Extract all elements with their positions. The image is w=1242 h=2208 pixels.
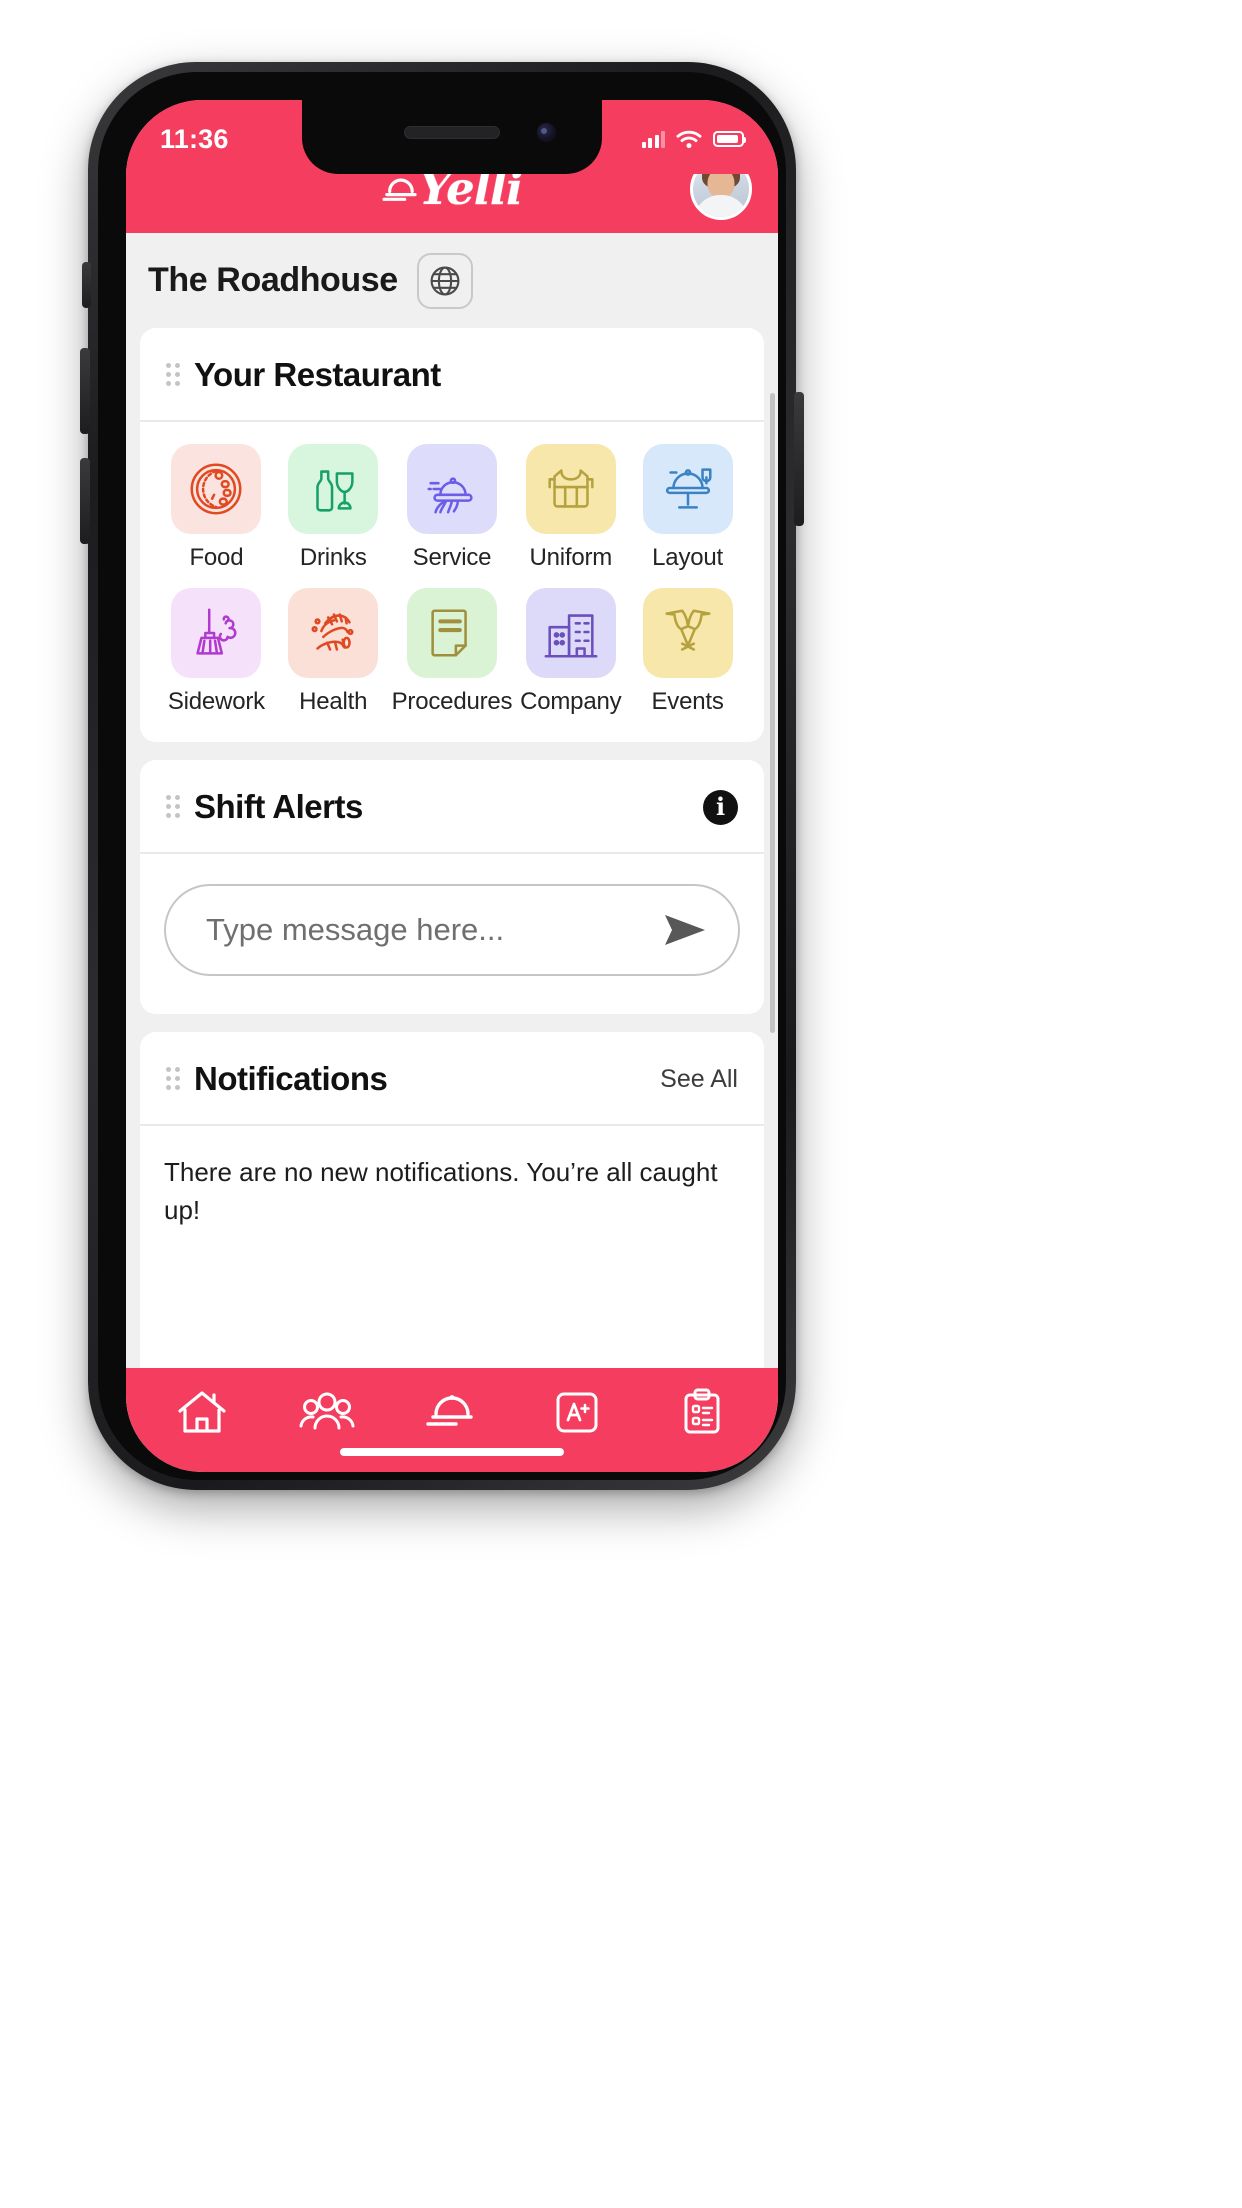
tile-label: Sidework	[167, 688, 265, 715]
champagne-toast-icon	[665, 609, 711, 651]
restaurant-name: The Roadhouse	[148, 261, 398, 299]
tile-icon-box	[288, 444, 379, 534]
tile-procedures[interactable]: Procedures	[392, 588, 513, 716]
volume-down-button[interactable]	[80, 458, 90, 544]
a-plus-icon	[556, 1392, 598, 1433]
cloche-icon	[426, 1395, 473, 1426]
notch	[302, 100, 602, 174]
tile-icon-box	[642, 588, 733, 678]
power-button[interactable]	[794, 392, 804, 526]
tile-icon-box	[171, 588, 262, 678]
clipboard-icon	[684, 1388, 720, 1434]
cloche-hand-icon	[427, 477, 473, 514]
drag-handle-icon[interactable]	[166, 362, 180, 386]
document-icon	[431, 609, 467, 657]
see-all-link[interactable]: See All	[660, 1065, 738, 1094]
wifi-icon	[676, 130, 702, 148]
notifications-empty-text: There are no new notifications. You’re a…	[164, 1157, 718, 1225]
tile-icon-box	[288, 588, 379, 678]
home-indicator[interactable]	[340, 1448, 564, 1456]
tile-label: Uniform	[529, 544, 613, 571]
phone-bezel: Yelli 11:36 The Roadhouse Your Restauran…	[98, 72, 786, 1480]
cloche-icon	[382, 178, 417, 201]
front-camera	[537, 123, 556, 142]
tile-drinks[interactable]: Drinks	[275, 444, 392, 572]
cellular-bars-icon	[641, 130, 665, 148]
tile-label: Drinks	[299, 544, 367, 571]
globe-icon	[430, 266, 460, 295]
tab-training[interactable]	[535, 1379, 619, 1445]
shift-alerts-title: Shift Alerts	[194, 788, 363, 825]
scrollbar[interactable]	[770, 393, 775, 1033]
battery-icon	[713, 131, 747, 147]
restaurant-bar: The Roadhouse	[126, 233, 778, 328]
message-compose-area	[140, 854, 764, 1014]
tile-label: Layout	[652, 544, 724, 571]
tile-label: Food	[189, 544, 244, 571]
bottle-glass-icon	[316, 470, 354, 512]
avatar-body	[694, 195, 748, 217]
your-restaurant-card: Your Restaurant Food Drinks Service Uniform…	[140, 328, 764, 742]
drag-handle-icon[interactable]	[166, 1066, 180, 1090]
tab-service[interactable]	[410, 1379, 494, 1445]
tab-checklist[interactable]	[660, 1379, 744, 1445]
table-layout-icon	[665, 468, 712, 509]
status-indicators	[641, 130, 747, 149]
drag-handle-icon[interactable]	[166, 794, 180, 818]
tile-icon-box	[642, 444, 733, 534]
people-group-icon	[299, 1392, 355, 1430]
home-icon	[178, 1391, 226, 1433]
your-restaurant-header: Your Restaurant	[140, 328, 764, 420]
phone-frame: Yelli 11:36 The Roadhouse Your Restauran…	[80, 62, 804, 1490]
shift-alerts-card: Shift Alerts i	[140, 760, 764, 1014]
tile-company[interactable]: Company	[512, 588, 629, 716]
tile-icon-box	[406, 588, 497, 678]
office-building-icon	[544, 614, 598, 658]
screenshot-root: Yelli 11:36 The Roadhouse Your Restauran…	[0, 0, 1242, 2208]
scroll-content: The Roadhouse Your Restaurant Food Drink…	[126, 233, 778, 1368]
broom-icon	[196, 608, 237, 655]
washing-hands-icon	[311, 613, 354, 651]
earpiece-speaker	[404, 126, 500, 139]
info-icon[interactable]: i	[703, 789, 738, 825]
globe-button[interactable]	[416, 252, 473, 309]
tile-label: Company	[520, 688, 622, 715]
message-input[interactable]	[206, 912, 662, 948]
tile-layout[interactable]: Layout	[629, 444, 746, 572]
restaurant-tile-grid: Food Drinks Service Uniform Layout Sidework He…	[140, 422, 764, 742]
bottom-tab-bar	[126, 1368, 778, 1472]
plate-food-icon	[190, 463, 242, 515]
status-clock: 11:36	[160, 123, 229, 154]
send-arrow-icon[interactable]	[662, 910, 708, 950]
message-input-wrapper[interactable]	[164, 884, 740, 976]
notifications-body: There are no new notifications. You’re a…	[140, 1126, 764, 1368]
volume-up-button[interactable]	[80, 348, 90, 434]
notifications-title: Notifications	[194, 1060, 388, 1097]
notifications-card: Notifications See All There are no new n…	[140, 1032, 764, 1368]
tile-health[interactable]: Health	[275, 588, 392, 716]
phone-screen: Yelli 11:36 The Roadhouse Your Restauran…	[126, 100, 778, 1472]
tile-icon-box	[525, 444, 616, 534]
tile-label: Service	[412, 544, 492, 571]
tile-sidework[interactable]: Sidework	[158, 588, 275, 716]
your-restaurant-title: Your Restaurant	[194, 356, 441, 393]
tab-home[interactable]	[160, 1379, 244, 1445]
tile-icon-box	[406, 444, 497, 534]
tile-food[interactable]: Food	[158, 444, 275, 572]
mute-switch[interactable]	[82, 262, 91, 308]
tile-icon-box	[171, 444, 262, 534]
shift-alerts-header: Shift Alerts i	[140, 760, 764, 852]
tile-label: Events	[651, 688, 724, 715]
tile-uniform[interactable]: Uniform	[512, 444, 629, 572]
tile-label: Procedures	[391, 688, 513, 715]
notifications-header: Notifications See All	[140, 1032, 764, 1124]
tile-label: Health	[299, 688, 368, 715]
tile-service[interactable]: Service	[392, 444, 513, 572]
tile-icon-box	[525, 588, 616, 678]
tile-events[interactable]: Events	[629, 588, 746, 716]
tab-team[interactable]	[285, 1379, 369, 1445]
apron-icon	[548, 469, 594, 508]
